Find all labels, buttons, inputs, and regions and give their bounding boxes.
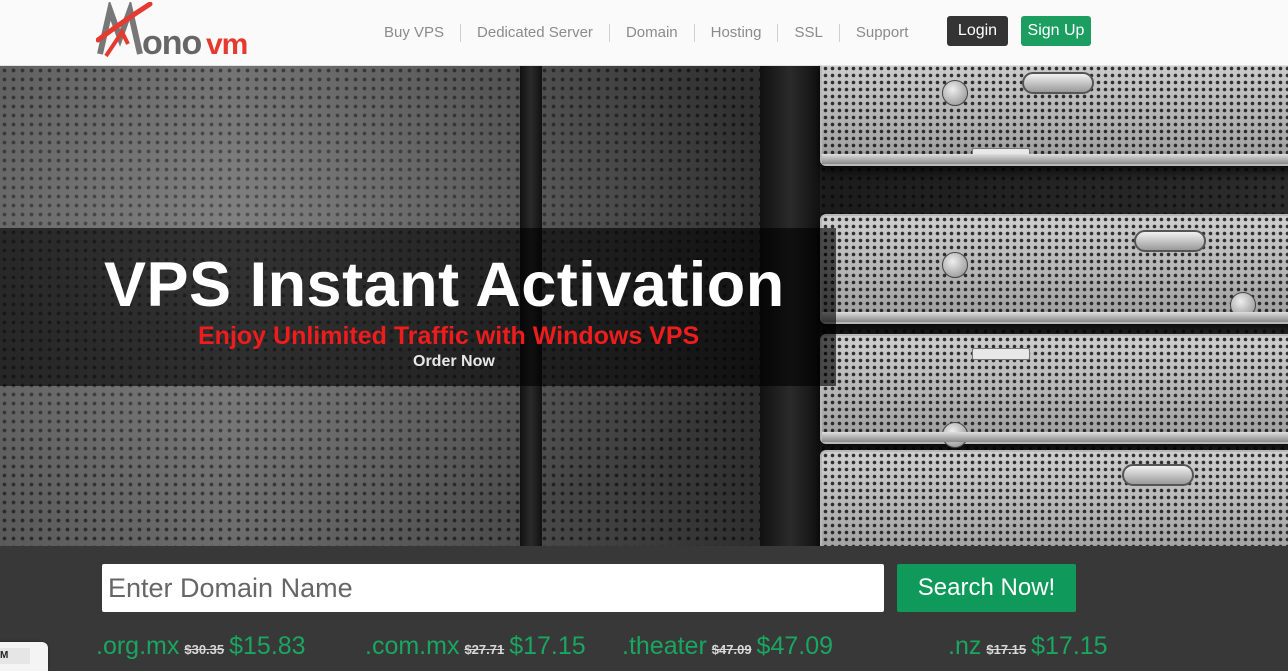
- tld-old-price: $30.35: [184, 642, 225, 657]
- tld-name: .com.mx: [365, 632, 460, 660]
- nav-item-dedicated-server[interactable]: Dedicated Server: [460, 24, 609, 42]
- domain-search-section: Search Now! .org.mx $30.35 $15.83 .com.m…: [0, 546, 1288, 671]
- nav-item-buy-vps[interactable]: Buy VPS: [370, 24, 460, 42]
- server-unit: [820, 214, 1288, 324]
- tld-new-price: $47.09: [756, 632, 834, 660]
- tld-old-price: $17.15: [986, 642, 1027, 657]
- svg-text:ono: ono: [142, 24, 202, 60]
- server-unit: [820, 334, 1288, 448]
- signup-button[interactable]: Sign Up: [1021, 16, 1091, 46]
- domain-search-input[interactable]: [102, 564, 884, 612]
- nav-item-hosting[interactable]: Hosting: [693, 24, 778, 42]
- tld-old-price: $27.71: [464, 642, 505, 657]
- svg-text:vm: vm: [206, 28, 247, 60]
- nav-item-ssl[interactable]: SSL: [777, 24, 838, 42]
- tld-new-price: $17.15: [509, 632, 586, 660]
- tld-price-item[interactable]: .com.mx $27.71 $17.15: [365, 632, 586, 661]
- monovm-logo[interactable]: ono vm: [96, 2, 268, 60]
- tld-name: .org.mx: [96, 632, 180, 660]
- site-header: ono vm Buy VPS Dedicated Server Domain H…: [0, 0, 1288, 66]
- login-button[interactable]: Login: [947, 16, 1008, 46]
- chat-widget-label: M: [0, 648, 30, 664]
- tld-new-price: $17.15: [1031, 632, 1108, 660]
- nav-item-domain[interactable]: Domain: [608, 24, 694, 42]
- server-unit: [820, 450, 1288, 546]
- order-now-link[interactable]: Order Now: [413, 353, 495, 371]
- hero-subtitle: Enjoy Unlimited Traffic with Windows VPS: [198, 322, 700, 350]
- search-now-button[interactable]: Search Now!: [897, 564, 1076, 612]
- tld-price-item[interactable]: .org.mx $30.35 $15.83: [96, 632, 306, 661]
- hero-banner: VPS Instant Activation Enjoy Unlimited T…: [0, 66, 1288, 546]
- tld-name: .theater: [622, 632, 707, 660]
- tld-old-price: $47.09: [711, 642, 752, 657]
- tld-name: .nz: [948, 632, 982, 660]
- hero-title: VPS Instant Activation: [104, 250, 785, 320]
- nav-item-support[interactable]: Support: [838, 24, 925, 42]
- chat-widget[interactable]: M: [0, 642, 48, 671]
- tld-new-price: $15.83: [229, 632, 306, 660]
- server-unit: [820, 66, 1288, 166]
- tld-price-item[interactable]: .theater $47.09 $47.09: [622, 632, 833, 661]
- main-nav: Buy VPS Dedicated Server Domain Hosting …: [370, 23, 924, 43]
- tld-price-item[interactable]: .nz $17.15 $17.15: [948, 632, 1108, 661]
